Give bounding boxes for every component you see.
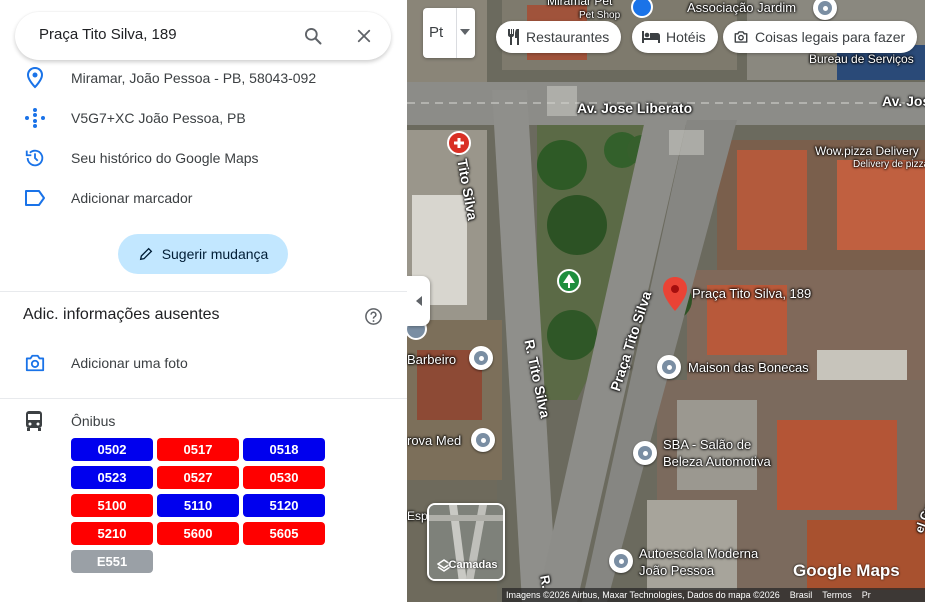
poi-label: SBA - Salão de <box>663 437 752 452</box>
restaurant-icon <box>508 29 519 45</box>
suggest-edit-button[interactable]: Sugerir mudança <box>118 234 288 274</box>
street-label: Av. Jos <box>882 93 925 109</box>
camera-icon <box>734 31 748 43</box>
chip-label: Restaurantes <box>526 29 610 45</box>
history-text: Seu histórico do Google Maps <box>71 150 259 166</box>
label-icon <box>22 185 48 211</box>
school-pin-icon[interactable] <box>471 428 495 452</box>
add-photo-row[interactable]: Adicionar uma foto <box>0 343 407 383</box>
poi-label: Autoescola Moderna <box>639 546 759 561</box>
street-label: Av. Jose Liberato <box>577 100 693 116</box>
poi-label: Miramar Pet <box>547 0 613 8</box>
suggest-edit-label: Sugerir mudança <box>161 246 269 262</box>
bus-section-label: Ônibus <box>71 413 116 429</box>
imagery-credit: Imagens ©2026 Airbus, Maxar Technologies… <box>506 590 780 600</box>
place-panel: Praça Tito Silva, 189 Miramar, João Pess… <box>0 0 407 602</box>
plus-code-text: V5G7+XC João Pessoa, PB <box>71 110 246 126</box>
collapse-panel-button[interactable] <box>407 276 430 326</box>
place-pin-icon[interactable] <box>633 441 657 465</box>
place-pin-icon[interactable] <box>657 355 681 379</box>
privacy-link[interactable]: Pr <box>862 590 871 600</box>
translate-label: Pt <box>429 24 444 41</box>
address-text: Miramar, João Pessoa - PB, 58043-092 <box>71 70 317 86</box>
poi-label: Delivery de pizza <box>853 159 925 170</box>
poi-label: Esp <box>407 509 428 523</box>
layers-label: Camadas <box>448 559 498 571</box>
chip-label: Coisas legais para fazer <box>755 29 906 45</box>
bus-route-badge[interactable]: E551 <box>71 550 153 573</box>
plus-code-row[interactable]: V5G7+XC João Pessoa, PB <box>0 98 407 138</box>
bus-route-badge[interactable]: 0517 <box>157 438 239 461</box>
poi-label: Barbeiro <box>407 352 457 367</box>
help-icon[interactable] <box>364 307 383 326</box>
search-button[interactable] <box>298 21 328 51</box>
selected-place-label[interactable]: Praça Tito Silva, 189 <box>692 286 811 301</box>
divider <box>456 8 457 58</box>
hospital-icon[interactable] <box>447 131 471 155</box>
chip-restaurants[interactable]: Restaurantes <box>496 21 622 53</box>
place-pin-icon[interactable] <box>609 549 633 573</box>
bus-route-badge[interactable]: 5110 <box>157 494 239 517</box>
country-link[interactable]: Brasil <box>790 590 813 600</box>
bus-route-badge[interactable]: 5120 <box>243 494 325 517</box>
map-canvas[interactable]: Av. Jose Liberato Av. Jos R. Tito Silva … <box>407 0 925 602</box>
poi-label: Wow.pizza Delivery <box>815 144 919 158</box>
search-input[interactable]: Praça Tito Silva, 189 <box>39 26 177 43</box>
history-icon <box>22 145 48 171</box>
bus-route-badge[interactable]: 5100 <box>71 494 153 517</box>
selected-place-marker-icon[interactable] <box>661 276 689 312</box>
poi-label: João Pessoa <box>639 563 715 578</box>
add-photo-text: Adicionar uma foto <box>71 355 188 371</box>
bus-route-badge[interactable]: 0518 <box>243 438 325 461</box>
poi-label: Pet Shop <box>579 10 621 21</box>
poi-label: Associação Jardim <box>687 0 797 15</box>
bus-route-badge[interactable]: 5605 <box>243 522 325 545</box>
chevron-left-icon <box>415 296 422 306</box>
bus-icon <box>24 410 44 437</box>
address-row[interactable]: Miramar, João Pessoa - PB, 58043-092 <box>0 58 407 98</box>
bus-route-badge[interactable]: 0527 <box>157 466 239 489</box>
place-pin-icon[interactable] <box>469 346 493 370</box>
camera-icon <box>22 350 48 376</box>
divider <box>0 398 407 399</box>
chip-label: Hotéis <box>666 29 706 45</box>
plus-code-icon <box>22 105 48 131</box>
chevron-down-icon <box>460 29 470 35</box>
history-row[interactable]: Seu histórico do Google Maps <box>0 138 407 178</box>
bus-route-badge[interactable]: 0502 <box>71 438 153 461</box>
close-button[interactable] <box>349 21 379 51</box>
poi-label: Bureau de Serviços <box>809 52 914 66</box>
chip-hotels[interactable]: Hotéis <box>632 21 718 53</box>
layers-button[interactable]: Camadas <box>427 503 505 581</box>
location-pin-icon <box>22 65 48 91</box>
bus-route-badge[interactable]: 0530 <box>243 466 325 489</box>
missing-info-title: Adic. informações ausentes <box>23 306 220 323</box>
divider <box>0 291 407 292</box>
close-icon <box>357 29 371 43</box>
bus-route-badge[interactable]: 5210 <box>71 522 153 545</box>
bus-route-badge[interactable]: 0523 <box>71 466 153 489</box>
translate-control[interactable]: Pt <box>423 8 475 58</box>
bus-route-badge[interactable]: 5600 <box>157 522 239 545</box>
search-box[interactable]: Praça Tito Silva, 189 <box>15 12 391 60</box>
search-icon <box>305 28 322 45</box>
park-icon[interactable] <box>557 269 581 293</box>
terms-link[interactable]: Termos <box>822 590 852 600</box>
poi-label: rova Med <box>407 433 462 448</box>
attribution-bar: Imagens ©2026 Airbus, Maxar Technologies… <box>502 588 925 602</box>
pencil-icon <box>139 247 152 261</box>
hotel-icon <box>642 31 660 43</box>
google-maps-logo: Google Maps <box>793 561 900 580</box>
add-label-text: Adicionar marcador <box>71 190 193 206</box>
poi-label: Maison das Bonecas <box>688 360 809 375</box>
chip-things-to-do[interactable]: Coisas legais para fazer <box>723 21 918 53</box>
add-label-row[interactable]: Adicionar marcador <box>0 178 407 218</box>
poi-label: Beleza Automotiva <box>663 454 771 469</box>
